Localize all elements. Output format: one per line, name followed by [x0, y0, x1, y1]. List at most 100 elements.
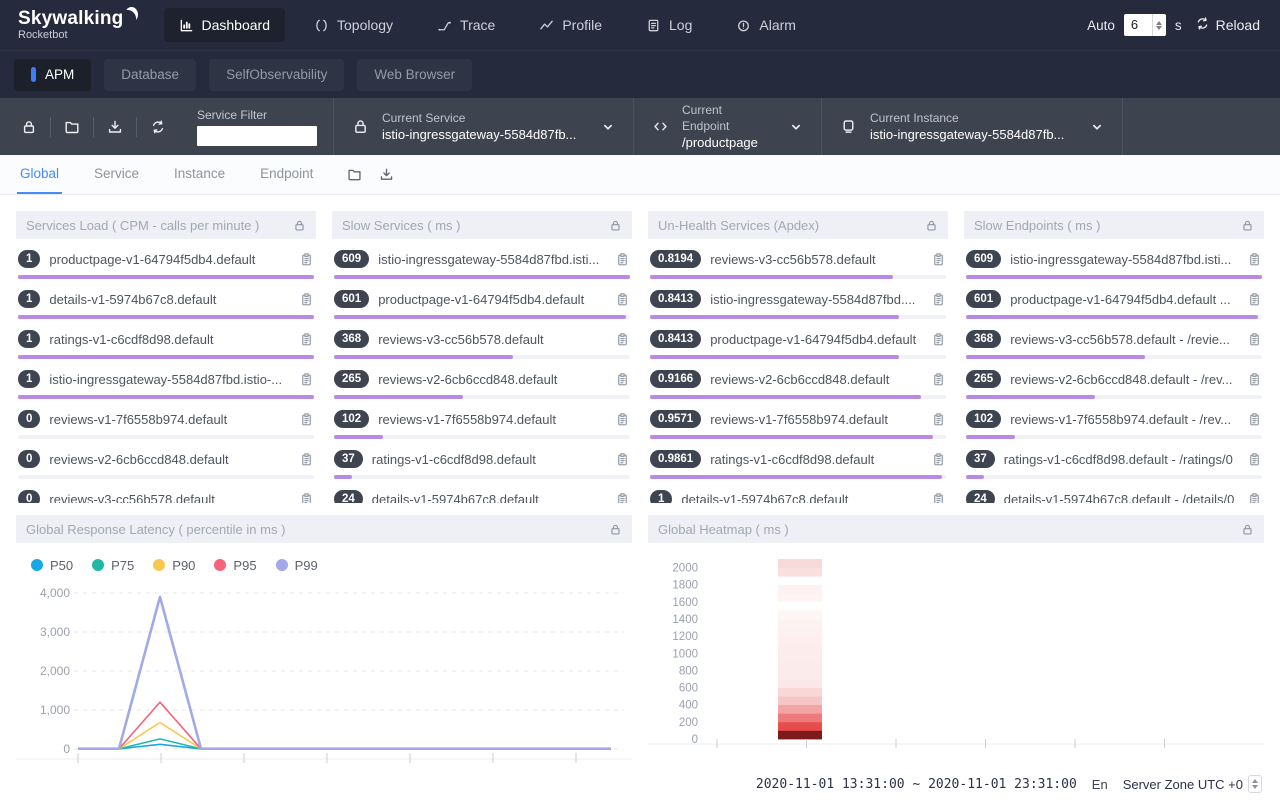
clipboard-icon[interactable] — [1247, 492, 1262, 504]
selector-current-instance[interactable]: Current Instanceistio-ingressgateway-558… — [821, 98, 1123, 155]
list-item[interactable]: 0reviews-v2-6cb6ccd848.default — [18, 439, 314, 479]
list-item[interactable]: 24details-v1-5974b67c8.default - /detail… — [966, 479, 1262, 503]
page-tab-database[interactable]: Database — [104, 59, 196, 91]
list-item[interactable]: 0.8413istio-ingressgateway-5584d87fbd...… — [650, 279, 946, 319]
view-tab-global[interactable]: Global — [17, 155, 62, 194]
list-item[interactable]: 102reviews-v1-7f6558b974.default — [334, 399, 630, 439]
selector-current-endpoint[interactable]: Current Endpoint/productpage — [633, 98, 821, 155]
nav-item-topology[interactable]: Topology — [299, 8, 408, 42]
list-item[interactable]: 0.8194reviews-v3-cc56b578.default — [650, 239, 946, 279]
clipboard-icon[interactable] — [1247, 452, 1262, 467]
clipboard-icon[interactable] — [1247, 252, 1262, 267]
list-item[interactable]: 1details-v1-5974b67c8.default — [650, 479, 946, 503]
page-tab-selfobservability[interactable]: SelfObservability — [209, 59, 344, 91]
list-item[interactable]: 368reviews-v3-cc56b578.default - /revie.… — [966, 319, 1262, 359]
language-selector[interactable]: En — [1092, 777, 1108, 792]
list-item[interactable]: 1details-v1-5974b67c8.default — [18, 279, 314, 319]
nav-item-dashboard[interactable]: Dashboard — [164, 8, 286, 42]
nav-item-trace[interactable]: Trace — [422, 8, 510, 42]
list-item[interactable]: 265reviews-v2-6cb6ccd848.default - /rev.… — [966, 359, 1262, 399]
clipboard-icon[interactable] — [615, 372, 630, 387]
clipboard-icon[interactable] — [299, 332, 314, 347]
clipboard-icon[interactable] — [615, 492, 630, 504]
clipboard-icon[interactable] — [299, 252, 314, 267]
clipboard-icon[interactable] — [299, 492, 314, 504]
list-item[interactable]: 1istio-ingressgateway-5584d87fbd.istio-.… — [18, 359, 314, 399]
lock-icon[interactable] — [609, 523, 622, 536]
clipboard-icon[interactable] — [931, 292, 946, 307]
lock-icon[interactable] — [1241, 219, 1254, 232]
nav-item-alarm[interactable]: Alarm — [721, 8, 811, 42]
legend-item-p90[interactable]: P90 — [153, 558, 195, 573]
lock-icon[interactable] — [1241, 523, 1254, 536]
view-tab-instance[interactable]: Instance — [171, 155, 228, 194]
auto-interval-input[interactable]: 6 — [1124, 14, 1166, 36]
server-zone-stepper[interactable] — [1248, 775, 1262, 793]
service-filter-input[interactable] — [197, 126, 317, 146]
clipboard-icon[interactable] — [931, 332, 946, 347]
folder-icon[interactable] — [64, 119, 80, 135]
nav-item-log[interactable]: Log — [631, 8, 707, 42]
legend-item-p50[interactable]: P50 — [31, 558, 73, 573]
clipboard-icon[interactable] — [931, 492, 946, 504]
page-tab-apm[interactable]: APM — [14, 59, 91, 91]
view-tab-endpoint[interactable]: Endpoint — [257, 155, 316, 194]
list-item[interactable]: 37ratings-v1-c6cdf8d98.default — [334, 439, 630, 479]
lock-icon[interactable] — [609, 219, 622, 232]
clipboard-icon[interactable] — [931, 412, 946, 427]
list-item[interactable]: 265reviews-v2-6cb6ccd848.default — [334, 359, 630, 399]
clipboard-icon[interactable] — [615, 252, 630, 267]
clipboard-icon[interactable] — [931, 452, 946, 467]
lock-icon[interactable] — [925, 219, 938, 232]
list-item[interactable]: 1productpage-v1-64794f5db4.default — [18, 239, 314, 279]
list-item[interactable]: 24details-v1-5974b67c8.default — [334, 479, 630, 503]
folder-icon[interactable] — [347, 167, 363, 182]
global-heatmap-chart[interactable]: 0200400600800100012001400160018002000 — [648, 543, 1264, 767]
time-range-picker[interactable]: 2020-11-01 13:31:00 ~ 2020-11-01 23:31:0… — [756, 777, 1077, 792]
clipboard-icon[interactable] — [299, 372, 314, 387]
view-tab-service[interactable]: Service — [91, 155, 142, 194]
clipboard-icon[interactable] — [1247, 412, 1262, 427]
list-item[interactable]: 0.9861ratings-v1-c6cdf8d98.default — [650, 439, 946, 479]
clipboard-icon[interactable] — [1247, 332, 1262, 347]
clipboard-icon[interactable] — [1247, 292, 1262, 307]
legend-item-p75[interactable]: P75 — [92, 558, 134, 573]
page-tab-web-browser[interactable]: Web Browser — [357, 59, 472, 91]
list-item[interactable]: 0reviews-v3-cc56b578.default — [18, 479, 314, 503]
list-item[interactable]: 0.8413productpage-v1-64794f5db4.default — [650, 319, 946, 359]
list-item[interactable]: 1ratings-v1-c6cdf8d98.default — [18, 319, 314, 359]
list-item[interactable]: 609istio-ingressgateway-5584d87fbd.isti.… — [966, 239, 1262, 279]
list-item[interactable]: 0.9166reviews-v2-6cb6ccd848.default — [650, 359, 946, 399]
auto-interval-stepper[interactable] — [1152, 14, 1166, 36]
download-icon[interactable] — [107, 119, 123, 135]
reload-button[interactable]: Reload — [1195, 16, 1260, 34]
download-icon[interactable] — [379, 167, 395, 182]
clipboard-icon[interactable] — [299, 292, 314, 307]
list-item[interactable]: 0.9571reviews-v1-7f6558b974.default — [650, 399, 946, 439]
clipboard-icon[interactable] — [299, 412, 314, 427]
clipboard-icon[interactable] — [615, 332, 630, 347]
list-item[interactable]: 0reviews-v1-7f6558b974.default — [18, 399, 314, 439]
clipboard-icon[interactable] — [299, 452, 314, 467]
list-item[interactable]: 368reviews-v3-cc56b578.default — [334, 319, 630, 359]
list-item[interactable]: 102reviews-v1-7f6558b974.default - /rev.… — [966, 399, 1262, 439]
list-item[interactable]: 601productpage-v1-64794f5db4.default — [334, 279, 630, 319]
clipboard-icon[interactable] — [615, 292, 630, 307]
clipboard-icon[interactable] — [615, 412, 630, 427]
selector-current-service[interactable]: Current Serviceistio-ingressgateway-5584… — [333, 98, 633, 155]
list-item[interactable]: 609istio-ingressgateway-5584d87fbd.isti.… — [334, 239, 630, 279]
clipboard-icon[interactable] — [615, 452, 630, 467]
latency-line-chart[interactable]: 01,0002,0003,0004,000 — [16, 579, 632, 767]
lock-icon[interactable] — [293, 219, 306, 232]
value-badge: 1 — [18, 290, 40, 309]
list-item[interactable]: 37ratings-v1-c6cdf8d98.default - /rating… — [966, 439, 1262, 479]
clipboard-icon[interactable] — [931, 372, 946, 387]
clipboard-icon[interactable] — [931, 252, 946, 267]
refresh-icon[interactable] — [150, 119, 166, 135]
nav-item-profile[interactable]: Profile — [524, 8, 617, 42]
lock-icon[interactable] — [21, 119, 37, 135]
legend-item-p99[interactable]: P99 — [276, 558, 318, 573]
clipboard-icon[interactable] — [1247, 372, 1262, 387]
legend-item-p95[interactable]: P95 — [214, 558, 256, 573]
list-item[interactable]: 601productpage-v1-64794f5db4.default ... — [966, 279, 1262, 319]
